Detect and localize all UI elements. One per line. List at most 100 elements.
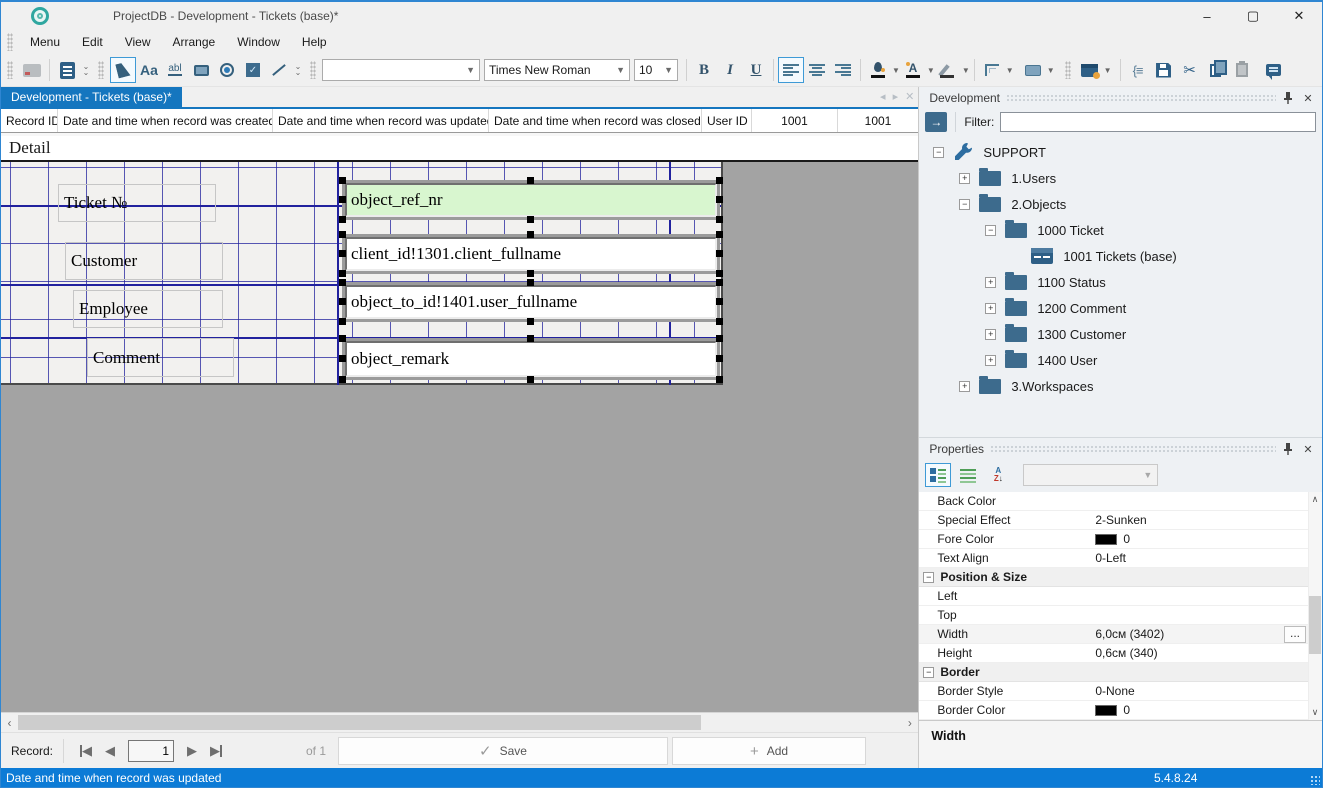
property-row-text-align[interactable]: Text Align 0-Left xyxy=(919,549,1322,568)
close-panel-icon[interactable]: ✕ xyxy=(1300,441,1316,457)
scroll-up-icon[interactable]: ∧ xyxy=(1308,492,1322,507)
maximize-button[interactable]: ▢ xyxy=(1230,3,1276,29)
tab-close-icon[interactable]: ✕ xyxy=(905,90,914,103)
scrollbar-thumb[interactable] xyxy=(1309,596,1321,654)
line-tool-button[interactable] xyxy=(266,57,292,83)
scrollbar-thumb[interactable] xyxy=(18,715,701,730)
font-size-combobox[interactable]: 10 ▼ xyxy=(634,59,678,81)
align-center-button[interactable] xyxy=(804,57,830,83)
ellipsis-button[interactable]: ... xyxy=(1284,625,1306,643)
bold-button[interactable]: B xyxy=(691,57,717,83)
property-value[interactable]: 0 xyxy=(1095,703,1322,717)
next-record-button[interactable]: ▶ xyxy=(180,739,204,763)
tree-expander[interactable]: + xyxy=(985,328,997,340)
chevron-down-icon[interactable]: ▼ xyxy=(892,66,900,75)
list-view-button[interactable] xyxy=(955,463,981,487)
property-row-width[interactable]: Width 6,0см (3402) ... xyxy=(919,625,1322,644)
font-color-button[interactable]: A xyxy=(900,57,926,83)
underline-button[interactable]: U xyxy=(743,57,769,83)
categorized-view-button[interactable] xyxy=(925,463,952,487)
style-combobox[interactable]: ▼ xyxy=(322,59,480,81)
tree-item-1100-status[interactable]: + 1100 Status xyxy=(919,269,1322,295)
font-name-combobox[interactable]: Times New Roman ▼ xyxy=(484,59,630,81)
property-category-position-size[interactable]: − Position & Size xyxy=(919,568,1322,587)
resize-grip[interactable] xyxy=(1310,775,1320,785)
button-tool-button[interactable] xyxy=(188,57,214,83)
property-row-top[interactable]: Top xyxy=(919,606,1322,625)
menu-item-help[interactable]: Help xyxy=(291,32,338,52)
chevron-down-icon[interactable]: ▼ xyxy=(962,66,970,75)
category-expander[interactable]: − xyxy=(923,666,935,678)
designer-label-employee[interactable]: Employee xyxy=(73,290,223,328)
tree-item-workspaces[interactable]: + 3.Workspaces xyxy=(919,373,1322,399)
first-record-button[interactable]: ◀ xyxy=(74,739,98,763)
tree-expander[interactable]: + xyxy=(985,302,997,314)
tab-development-tickets[interactable]: Development - Tickets (base)* xyxy=(1,87,182,107)
align-left-button[interactable] xyxy=(778,57,804,83)
pin-icon[interactable] xyxy=(1280,441,1296,457)
tree-expander[interactable]: + xyxy=(985,354,997,366)
menu-item-window[interactable]: Window xyxy=(226,32,291,52)
tab-scroll-right-icon[interactable]: ▸ xyxy=(893,90,899,103)
sort-az-button[interactable]: A Z↓ xyxy=(985,463,1011,487)
designer-label-ticket[interactable]: Ticket № xyxy=(58,184,216,222)
border-corner-button[interactable] xyxy=(979,57,1005,83)
header-cell[interactable]: Date and time when record was closed xyxy=(489,109,702,132)
tab-scroll-left-icon[interactable]: ◂ xyxy=(880,90,886,103)
menu-item-menu[interactable]: Menu xyxy=(19,32,71,52)
tree-item-objects[interactable]: − 2.Objects xyxy=(919,191,1322,217)
property-row-special-effect[interactable]: Special Effect 2-Sunken xyxy=(919,511,1322,530)
save-button[interactable] xyxy=(1151,57,1177,83)
property-row-back-color[interactable]: Back Color xyxy=(919,492,1322,511)
tree-item-1400-user[interactable]: + 1400 User xyxy=(919,347,1322,373)
tree-item-1200-comment[interactable]: + 1200 Comment xyxy=(919,295,1322,321)
save-record-button[interactable]: ✓ Save xyxy=(338,737,668,765)
fill-color-button[interactable] xyxy=(865,57,891,83)
property-row-height[interactable]: Height 0,6см (340) xyxy=(919,644,1322,663)
radio-tool-button[interactable] xyxy=(214,57,240,83)
filter-input[interactable] xyxy=(1000,112,1316,132)
menu-item-view[interactable]: View xyxy=(114,32,162,52)
property-value[interactable]: 0-Left xyxy=(1095,551,1322,565)
field-list-button[interactable]: {≡ xyxy=(1125,57,1151,83)
comment-button[interactable] xyxy=(1261,57,1287,83)
property-value[interactable]: 0-None xyxy=(1095,684,1322,698)
menu-item-edit[interactable]: Edit xyxy=(71,32,114,52)
select-tool-button[interactable] xyxy=(110,57,136,83)
property-row-border-color[interactable]: Border Color 0 xyxy=(919,701,1322,720)
scroll-right-icon[interactable]: › xyxy=(901,713,918,732)
record-number-input[interactable] xyxy=(128,739,175,762)
tree-item-1300-customer[interactable]: + 1300 Customer xyxy=(919,321,1322,347)
tree-expander[interactable]: + xyxy=(985,276,997,288)
scroll-down-icon[interactable]: ∨ xyxy=(1308,705,1322,720)
last-record-button[interactable]: ▶ xyxy=(204,739,228,763)
tree-item-users[interactable]: + 1.Users xyxy=(919,165,1322,191)
chevron-down-icon[interactable]: ▼ xyxy=(1047,66,1055,75)
tree-expander[interactable]: − xyxy=(959,198,971,210)
property-value[interactable]: 0,6см (340) xyxy=(1095,646,1322,660)
tree-expander[interactable]: + xyxy=(959,380,971,392)
property-object-combobox[interactable]: ▼ xyxy=(1023,464,1159,486)
property-value[interactable]: 0 xyxy=(1095,532,1322,546)
form-view-button[interactable] xyxy=(54,57,80,83)
paste-button[interactable] xyxy=(1229,57,1255,83)
preview-button[interactable] xyxy=(19,57,45,83)
tree-item-1001-tickets-base[interactable]: 1001 Tickets (base) xyxy=(919,243,1322,269)
copy-button[interactable] xyxy=(1203,57,1229,83)
detail-section-bar[interactable]: Detail xyxy=(1,136,919,162)
form-grid-area[interactable]: Ticket № Customer Employee Comment objec… xyxy=(1,162,723,385)
align-right-button[interactable] xyxy=(830,57,856,83)
toolbar-overflow-chevron[interactable]: ⌄ ⌄ xyxy=(80,58,92,82)
category-expander[interactable]: − xyxy=(923,571,935,583)
previous-record-button[interactable]: ◀ xyxy=(98,739,122,763)
header-cell[interactable]: Date and time when record was updated xyxy=(273,109,489,132)
property-row-fore-color[interactable]: Fore Color 0 xyxy=(919,530,1322,549)
designer-field-object-remark[interactable]: object_remark xyxy=(339,335,723,383)
tree-expander[interactable]: − xyxy=(933,146,945,158)
label-tool-button[interactable]: Aa xyxy=(136,57,162,83)
designer-field-user-fullname[interactable]: object_to_id!1401.user_fullname xyxy=(339,279,723,325)
header-cell[interactable]: User ID xyxy=(702,109,752,132)
designer-field-client-fullname[interactable]: client_id!1301.client_fullname xyxy=(339,231,723,277)
pin-icon[interactable] xyxy=(1280,90,1296,106)
property-row-border-style[interactable]: Border Style 0-None xyxy=(919,682,1322,701)
